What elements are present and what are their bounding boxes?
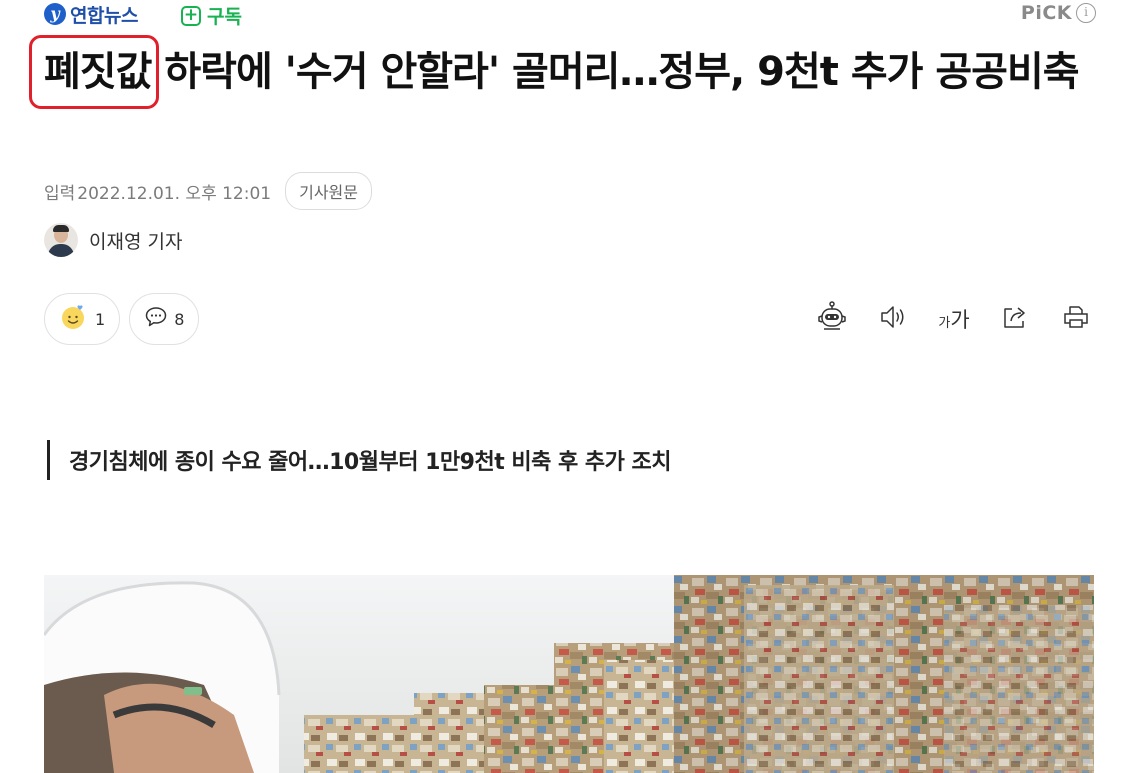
date-label: 입력 <box>44 183 76 204</box>
article-page: y 연합뉴스 + 구독 PiCK i 폐짓값 하락에 '수거 안할라' 골머리…… <box>0 0 1145 773</box>
font-size-button[interactable]: 가가 <box>934 301 974 337</box>
press-header: y 연합뉴스 + 구독 PiCK i <box>44 0 1096 28</box>
press-logo[interactable]: y 연합뉴스 <box>44 0 138 28</box>
publish-date: 2022.12.01. 오후 12:01 <box>77 183 272 204</box>
article-toolbar: 가가 <box>791 301 1096 337</box>
headline-text: 하락에 '수거 안할라' 골머리…정부, 9천t 추가 공공비축 <box>164 49 1079 95</box>
share-button[interactable] <box>995 301 1035 337</box>
smile-face-icon <box>59 302 89 336</box>
comment-button[interactable]: 8 <box>129 293 200 345</box>
avatar <box>44 223 78 257</box>
subscribe-label: 구독 <box>207 6 242 28</box>
speaker-icon <box>878 302 908 336</box>
article-meta: 입력 2022.12.01. 오후 12:01 기사원문 <box>44 172 372 210</box>
subscribe-button[interactable]: + 구독 <box>181 2 242 29</box>
print-button[interactable] <box>1056 301 1096 337</box>
author-info[interactable]: 이재영 기자 <box>44 223 182 257</box>
pick-label: PiCK <box>1020 2 1072 24</box>
press-name: 연합뉴스 <box>70 4 138 27</box>
emotion-count: 1 <box>95 309 106 329</box>
original-article-button[interactable]: 기사원문 <box>285 172 372 210</box>
pick-badge: PiCK i <box>1021 2 1096 24</box>
robot-icon <box>815 300 849 338</box>
comment-count: 8 <box>174 309 185 329</box>
subtitle-text: 경기침체에 종이 수요 줄어…10월부터 1만9천t 비축 후 추가 조치 <box>69 450 672 475</box>
article-headline: 폐짓값 하락에 '수거 안할라' 골머리…정부, 9천t 추가 공공비축 <box>28 35 1114 109</box>
recycling-bales-image <box>44 575 1094 773</box>
info-icon[interactable]: i <box>1076 3 1096 23</box>
emotion-button[interactable]: 1 <box>44 293 121 345</box>
share-icon <box>1000 302 1030 336</box>
font-size-icon: 가가 <box>938 308 970 332</box>
listen-button[interactable] <box>873 301 913 337</box>
print-icon <box>1061 302 1091 336</box>
article-photo[interactable] <box>44 575 1094 773</box>
reaction-bar: 1 8 <box>44 293 208 345</box>
article-subtitle: 경기침체에 종이 수요 줄어…10월부터 1만9천t 비축 후 추가 조치 <box>47 440 672 480</box>
headline-highlighted-word: 폐짓값 <box>28 35 160 109</box>
press-logo-icon: y <box>44 3 66 25</box>
summary-bot-button[interactable] <box>812 301 852 337</box>
author-name: 이재영 기자 <box>89 230 183 253</box>
plus-icon: + <box>181 5 201 26</box>
comment-bubble-icon <box>144 305 168 333</box>
